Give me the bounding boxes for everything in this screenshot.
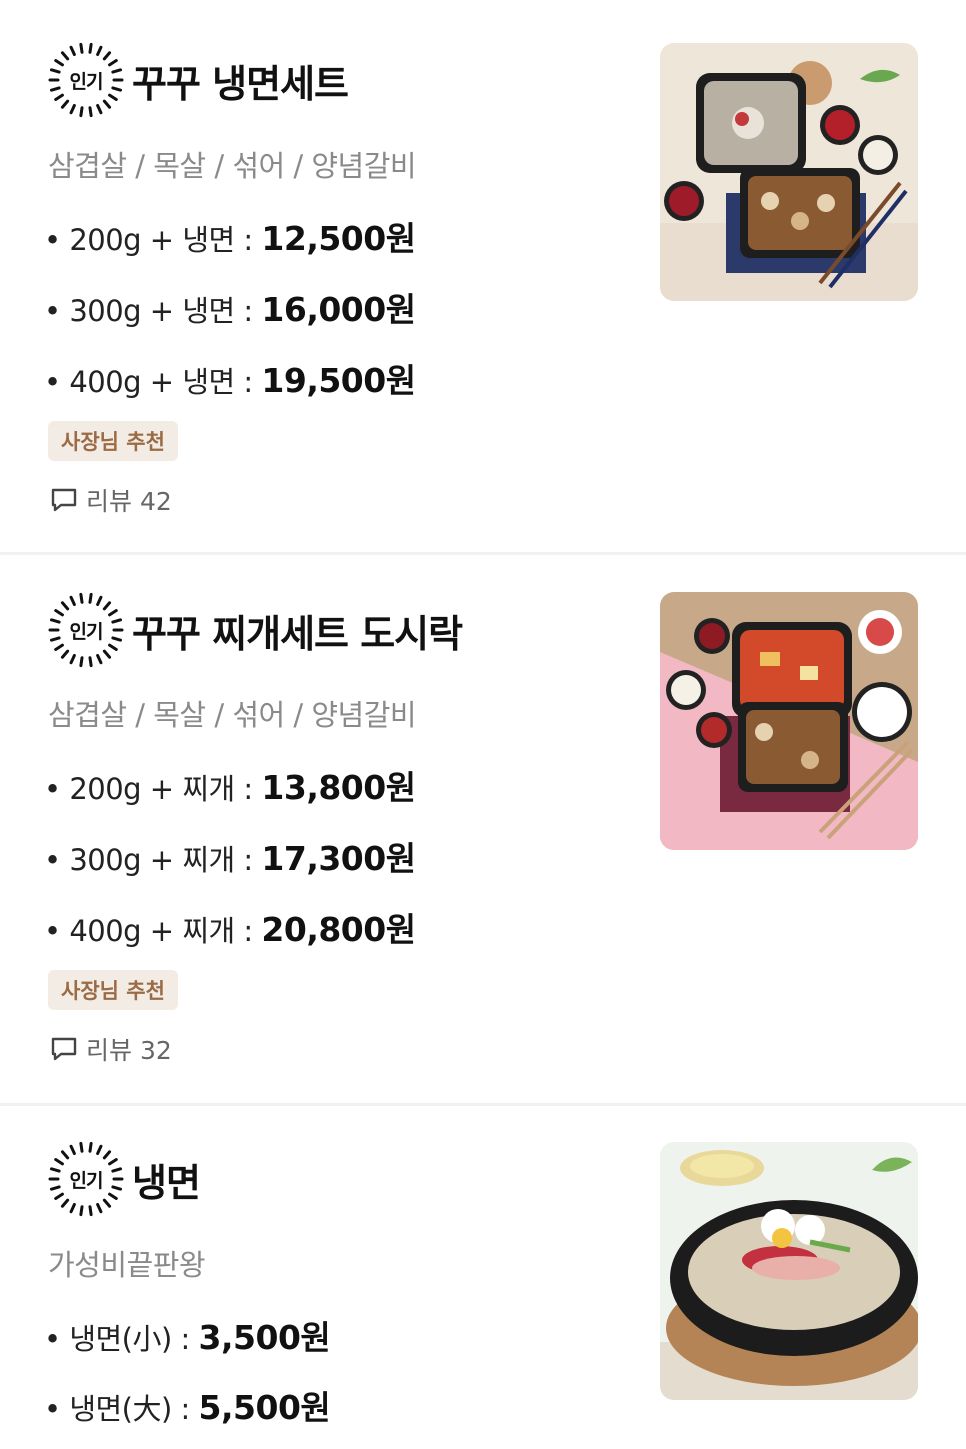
price-option-label: • 냉면(大) :	[44, 1392, 199, 1426]
price-option: • 냉면(小) : 3,500원	[44, 1311, 331, 1359]
review-count[interactable]: 리뷰 32	[50, 1031, 172, 1067]
menu-item-naengmyeon[interactable]: 인기 냉면 가성비끝판왕 • 냉면(小) : 3,500원 • 냉면(大) : …	[0, 1106, 966, 1449]
price-option: • 400g + 냉면 : 19,500원	[44, 354, 416, 402]
menu-item-title-row: 인기 꾸꾸 찌개세트 도시락	[48, 592, 463, 668]
price-option-label: • 400g + 찌개 :	[44, 914, 262, 948]
price-value: 20,800원	[261, 910, 416, 949]
naengmyeon-photo[interactable]	[660, 1142, 918, 1400]
price-option: • 400g + 찌개 : 20,800원	[44, 903, 416, 951]
price-option-label: • 300g + 냉면 :	[44, 294, 262, 328]
popular-badge: 인기	[48, 592, 124, 668]
review-count[interactable]: 리뷰 42	[50, 482, 172, 518]
review-count-label: 리뷰 32	[86, 1036, 172, 1065]
price-option: • 200g + 찌개 : 13,800원	[44, 761, 416, 809]
jjigae-set-photo[interactable]	[660, 592, 918, 850]
price-value: 3,500원	[198, 1318, 331, 1357]
owner-recommend-badge: 사장님 추천	[48, 970, 178, 1010]
menu-item-title-row: 인기 냉면	[48, 1141, 201, 1217]
price-option-label: • 300g + 찌개 :	[44, 843, 262, 877]
price-option: • 200g + 냉면 : 12,500원	[44, 212, 416, 260]
price-option: • 300g + 냉면 : 16,000원	[44, 283, 416, 331]
review-count-label: 리뷰 42	[86, 487, 172, 516]
menu-item-title-row: 인기 꾸꾸 냉면세트	[48, 42, 349, 118]
price-option-label: • 400g + 냉면 :	[44, 365, 262, 399]
menu-item-description: 가성비끝판왕	[48, 1248, 206, 1282]
price-option-label: • 200g + 냉면 :	[44, 223, 262, 257]
price-value: 17,300원	[261, 839, 416, 878]
menu-item-description: 삼겹살 / 목살 / 섞어 / 양념갈비	[48, 698, 417, 732]
menu-item-title: 꾸꾸 찌개세트 도시락	[132, 611, 463, 656]
menu-item-naengmyeon-set[interactable]: 인기 꾸꾸 냉면세트 삼겹살 / 목살 / 섞어 / 양념갈비 • 200g +…	[0, 0, 966, 552]
price-value: 13,800원	[261, 768, 416, 807]
menu-item-title: 냉면	[132, 1160, 201, 1205]
price-option: • 300g + 찌개 : 17,300원	[44, 832, 416, 880]
price-value: 19,500원	[261, 361, 416, 400]
speech-bubble-icon	[51, 488, 77, 512]
naengmyeon-set-photo[interactable]	[660, 43, 918, 301]
popular-badge-label: 인기	[69, 1169, 104, 1192]
popular-badge-label: 인기	[69, 70, 104, 93]
popular-badge-label: 인기	[69, 620, 104, 643]
price-value: 5,500원	[198, 1388, 331, 1427]
menu-item-jjigae-set[interactable]: 인기 꾸꾸 찌개세트 도시락 삼겹살 / 목살 / 섞어 / 양념갈비 • 20…	[0, 555, 966, 1103]
price-option-label: • 냉면(小) :	[44, 1322, 199, 1356]
owner-recommend-badge: 사장님 추천	[48, 421, 178, 461]
price-option: • 냉면(大) : 5,500원	[44, 1381, 331, 1429]
popular-badge: 인기	[48, 42, 124, 118]
menu-item-title: 꾸꾸 냉면세트	[132, 61, 349, 106]
speech-bubble-icon	[51, 1037, 77, 1061]
price-value: 12,500원	[261, 219, 416, 258]
price-option-label: • 200g + 찌개 :	[44, 772, 262, 806]
menu-item-description: 삼겹살 / 목살 / 섞어 / 양념갈비	[48, 149, 417, 183]
price-value: 16,000원	[261, 290, 416, 329]
popular-badge: 인기	[48, 1141, 124, 1217]
